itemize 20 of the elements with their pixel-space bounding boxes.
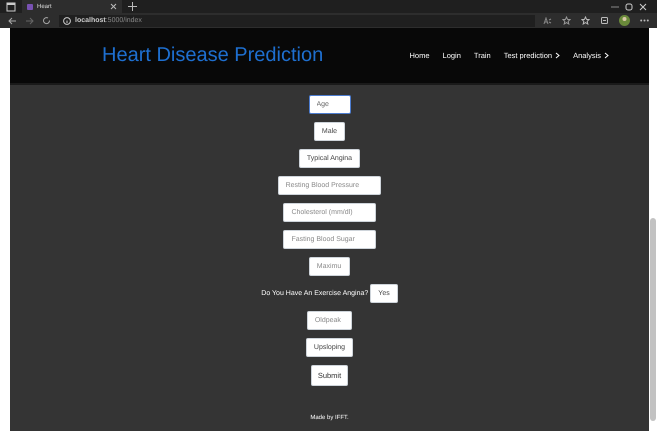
star-icon[interactable] bbox=[562, 16, 571, 25]
restore-icon[interactable] bbox=[625, 2, 633, 10]
more-icon[interactable] bbox=[640, 19, 649, 22]
favicon-icon bbox=[27, 4, 33, 10]
site-title[interactable]: Heart Disease Prediction bbox=[102, 44, 324, 67]
refresh-icon[interactable] bbox=[42, 16, 51, 25]
favorites-icon[interactable] bbox=[581, 16, 590, 25]
scrollbar-thumb[interactable] bbox=[650, 218, 656, 421]
info-icon bbox=[63, 16, 71, 24]
chevron-icon[interactable] bbox=[555, 52, 560, 59]
plus-icon[interactable] bbox=[128, 2, 137, 11]
read-aloud-icon[interactable] bbox=[543, 16, 552, 24]
close-icon[interactable] bbox=[639, 2, 647, 10]
back-icon[interactable] bbox=[8, 16, 17, 24]
avatar-icon[interactable] bbox=[619, 15, 630, 26]
forward-icon[interactable] bbox=[25, 16, 34, 24]
chevron-icon[interactable] bbox=[604, 52, 609, 59]
close-icon[interactable] bbox=[110, 3, 117, 10]
tab-actions-icon[interactable] bbox=[6, 2, 16, 12]
collections-icon[interactable] bbox=[600, 16, 609, 25]
